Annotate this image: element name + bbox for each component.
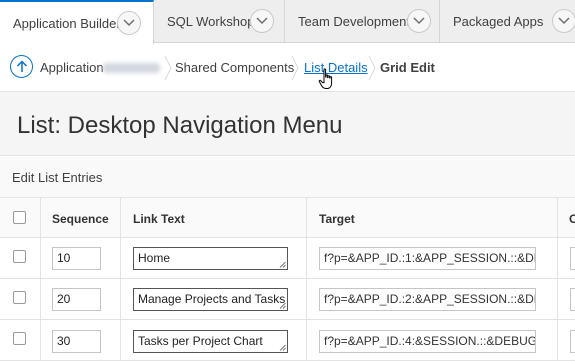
target-cell: f?p=&APP_ID.:4:&SESSION.::&DEBUG.: [307, 320, 558, 360]
next-input[interactable]: [570, 247, 575, 270]
target-input[interactable]: f?p=&APP_ID.:2:&APP_SESSION.::&DEBUG: [319, 288, 536, 311]
tab-label: Packaged Apps: [453, 14, 544, 29]
page-title: List: Desktop Navigation Menu: [17, 112, 343, 139]
tab-application-builder[interactable]: Application Builder: [0, 0, 154, 44]
column-header-next: C: [569, 212, 575, 226]
chevron-down-icon[interactable]: [250, 9, 274, 33]
next-cell: [558, 238, 575, 278]
link-text-cell: Manage Projects and Tasks: [121, 279, 307, 319]
sequence-input[interactable]: 20: [52, 288, 101, 311]
row-checkbox[interactable]: [13, 250, 26, 263]
resize-handle-icon[interactable]: [279, 302, 286, 309]
chevron-down-icon[interactable]: [117, 11, 141, 35]
tab-packaged-apps[interactable]: Packaged Apps: [440, 0, 575, 43]
next-input[interactable]: [570, 330, 575, 353]
breadcrumb: Application Shared Components List Detai…: [0, 44, 575, 92]
next-cell: [558, 320, 575, 360]
row-select-cell: [0, 279, 41, 319]
header-select-cell: [0, 198, 41, 237]
link-text-input[interactable]: Manage Projects and Tasks: [133, 288, 288, 311]
sequence-input[interactable]: 30: [52, 330, 101, 353]
redacted-app-id: [103, 63, 160, 73]
row-select-cell: [0, 320, 41, 360]
region-header: Edit List Entries: [0, 157, 575, 198]
breadcrumb-separator-icon: [368, 55, 376, 81]
target-cell: f?p=&APP_ID.:2:&APP_SESSION.::&DEBUG: [307, 279, 558, 319]
table-row: 10 Home f?p=&APP_ID.:1:&APP_SESSION.::&D…: [0, 238, 575, 279]
link-text-input[interactable]: Home: [133, 247, 288, 270]
table-row: 30 Tasks per Project Chart f?p=&APP_ID.:…: [0, 320, 575, 361]
table-row: 20 Manage Projects and Tasks f?p=&APP_ID…: [0, 279, 575, 320]
link-text-cell: Tasks per Project Chart: [121, 320, 307, 360]
header-link-text-cell: Link Text: [121, 198, 307, 237]
link-text-input[interactable]: Tasks per Project Chart: [133, 330, 288, 353]
top-tab-bar: Application Builder SQL Workshop Team De…: [0, 0, 575, 44]
target-cell: f?p=&APP_ID.:1:&APP_SESSION.::&DEBUG: [307, 238, 558, 278]
next-input[interactable]: [570, 288, 575, 311]
chevron-down-icon[interactable]: [552, 9, 575, 33]
sequence-input[interactable]: 10: [52, 247, 101, 270]
tab-sql-workshop[interactable]: SQL Workshop: [154, 0, 285, 43]
row-checkbox[interactable]: [13, 291, 26, 304]
arrow-up-icon[interactable]: [10, 55, 33, 78]
next-cell: [558, 279, 575, 319]
header-target-cell: Target: [307, 198, 558, 237]
page-title-bar: List: Desktop Navigation Menu: [0, 92, 575, 156]
link-text-value: Manage Projects and Tasks: [138, 292, 286, 306]
breadcrumb-application[interactable]: Application: [40, 60, 104, 75]
header-next-cell: C: [558, 198, 575, 237]
link-text-value: Home: [138, 251, 171, 265]
column-header-target: Target: [319, 212, 355, 226]
breadcrumb-grid-edit: Grid Edit: [380, 60, 435, 75]
column-header-link-text: Link Text: [133, 212, 185, 226]
link-text-value: Tasks per Project Chart: [138, 334, 263, 348]
hand-cursor-icon: [318, 68, 333, 89]
tab-label: Application Builder: [13, 15, 121, 31]
sequence-cell: 20: [41, 279, 121, 319]
resize-handle-icon[interactable]: [279, 344, 286, 351]
header-sequence-cell: Sequence: [41, 198, 121, 237]
row-checkbox[interactable]: [13, 332, 26, 345]
tab-label: SQL Workshop: [167, 14, 255, 29]
breadcrumb-shared-components[interactable]: Shared Components: [175, 60, 294, 75]
tab-label: Team Development: [298, 14, 410, 29]
region-title: Edit List Entries: [12, 170, 103, 185]
row-select-cell: [0, 238, 41, 278]
tab-team-development[interactable]: Team Development: [285, 0, 440, 43]
chevron-down-icon[interactable]: [407, 9, 431, 33]
breadcrumb-separator-icon: [164, 55, 172, 81]
select-all-checkbox[interactable]: [13, 211, 26, 224]
grid-header-row: Sequence Link Text Target C: [0, 198, 575, 238]
target-input[interactable]: f?p=&APP_ID.:4:&SESSION.::&DEBUG.: [319, 330, 536, 353]
target-input[interactable]: f?p=&APP_ID.:1:&APP_SESSION.::&DEBUG: [319, 247, 536, 270]
sequence-cell: 30: [41, 320, 121, 360]
sequence-cell: 10: [41, 238, 121, 278]
resize-handle-icon[interactable]: [279, 261, 286, 268]
link-text-cell: Home: [121, 238, 307, 278]
breadcrumb-separator-icon: [291, 55, 299, 81]
column-header-sequence: Sequence: [52, 212, 109, 226]
